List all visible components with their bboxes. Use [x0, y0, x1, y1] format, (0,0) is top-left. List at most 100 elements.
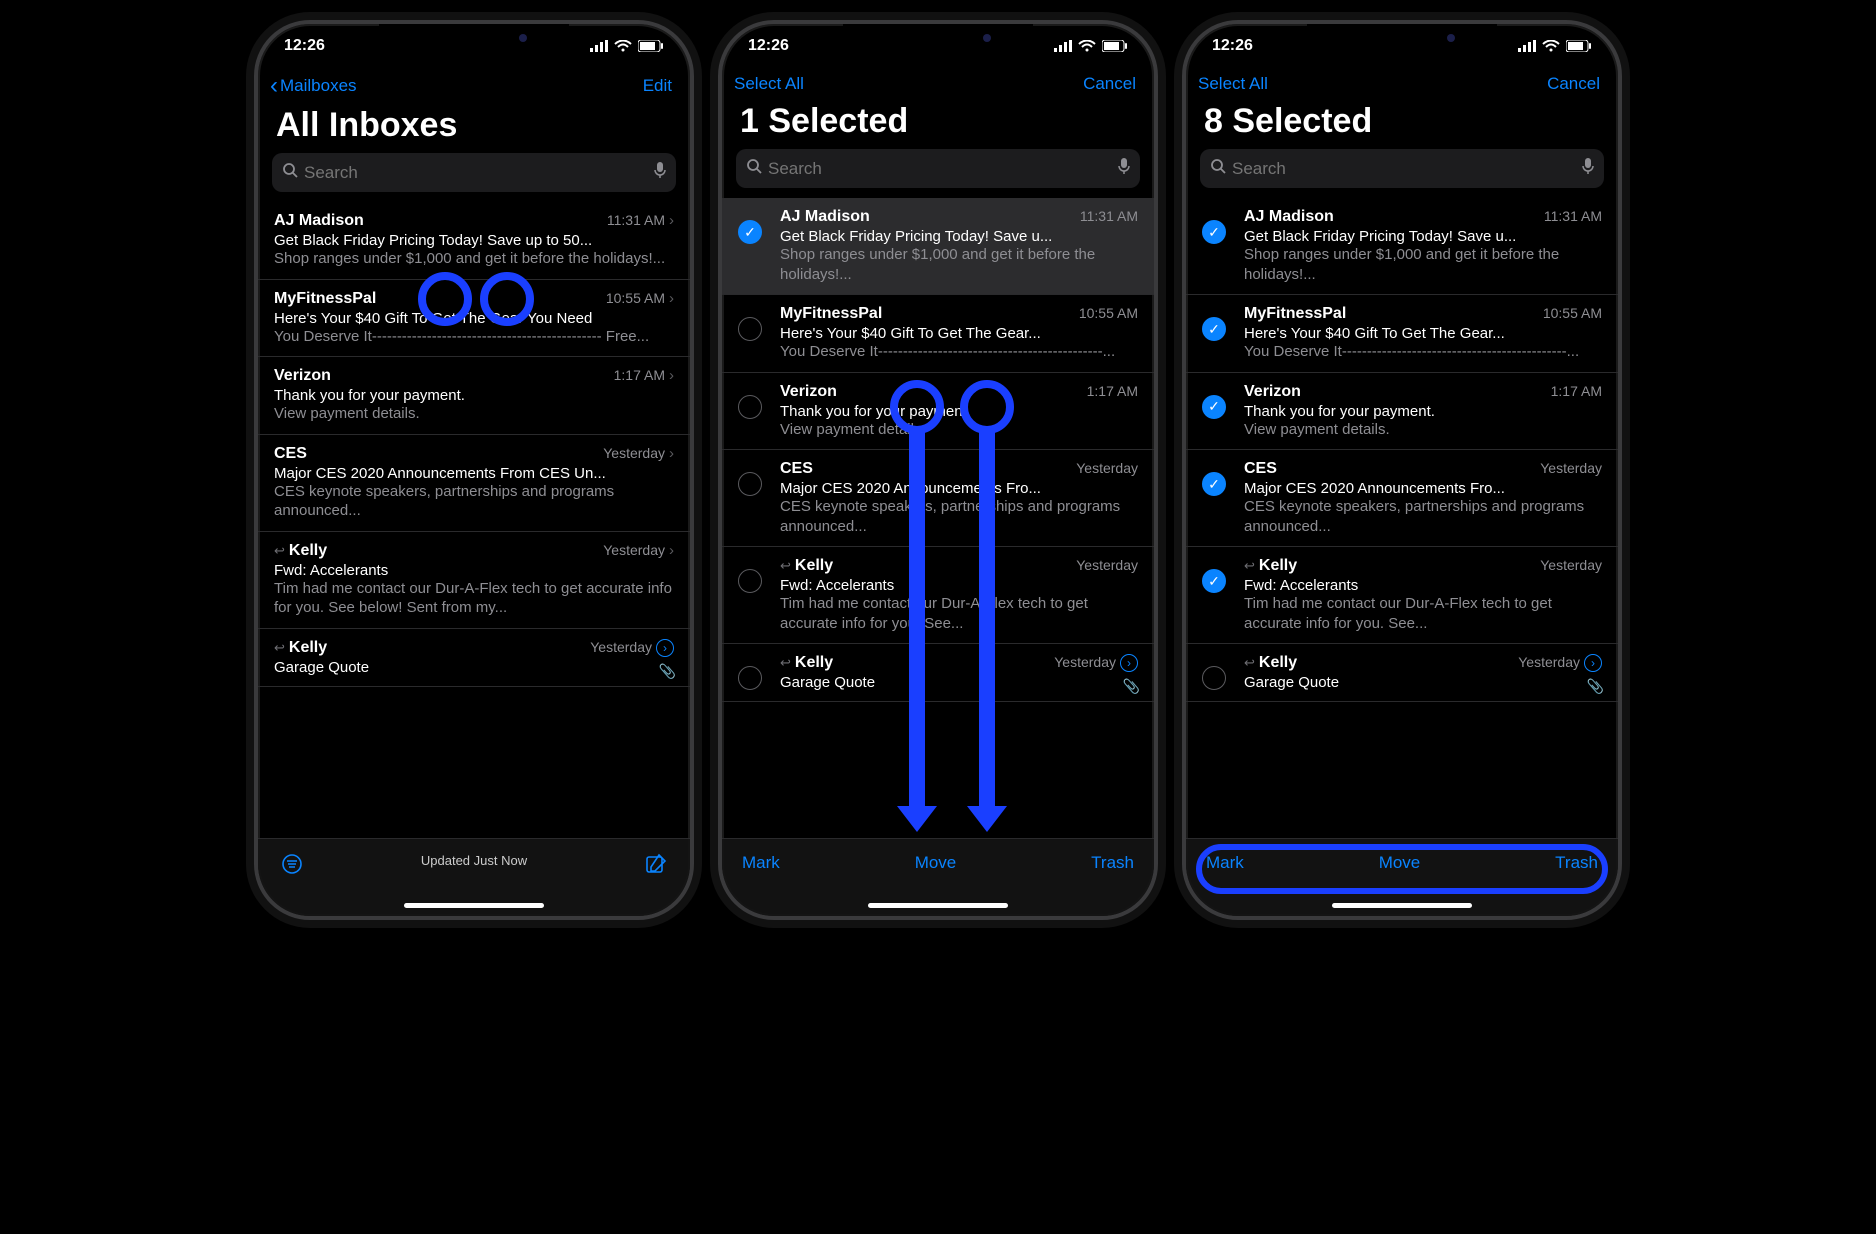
email-row[interactable]: ✓ Verizon 1:17 AM Thank you for your pay… [1186, 373, 1618, 451]
trash-button[interactable]: Trash [1555, 853, 1598, 873]
search-input[interactable] [1232, 159, 1582, 179]
trash-button[interactable]: Trash [1091, 853, 1134, 873]
nav-back-button[interactable]: Select All [734, 74, 804, 94]
email-row[interactable]: Verizon 1:17 AM Thank you for your payme… [722, 373, 1154, 451]
select-checkbox[interactable] [738, 395, 762, 419]
email-time: 1:17 AM [1087, 383, 1138, 399]
thread-indicator-icon: › [1584, 654, 1602, 672]
email-subject: Major CES 2020 Announcements From CES Un… [274, 465, 674, 482]
select-checkbox[interactable]: ✓ [1202, 472, 1226, 496]
home-indicator[interactable] [1332, 903, 1472, 908]
email-time: Yesterday [1540, 557, 1602, 573]
status-time: 12:26 [284, 37, 325, 55]
select-checkbox[interactable] [738, 569, 762, 593]
select-checkbox[interactable] [738, 317, 762, 341]
email-row[interactable]: MyFitnessPal 10:55 AM Here's Your $40 Gi… [722, 295, 1154, 373]
select-checkbox[interactable]: ✓ [1202, 569, 1226, 593]
email-subject: Thank you for your payment. [274, 387, 674, 404]
home-indicator[interactable] [404, 903, 544, 908]
email-preview: Shop ranges under $1,000 and get it befo… [274, 249, 674, 269]
email-time: Yesterday [1076, 460, 1138, 476]
search-icon [1210, 158, 1226, 179]
email-preview: CES keynote speakers, partnerships and p… [1244, 497, 1602, 536]
search-field[interactable] [1200, 149, 1604, 188]
email-sender: Kelly [795, 654, 1048, 672]
email-subject: Fwd: Accelerants [780, 577, 1138, 594]
email-time: 11:31 AM [1080, 208, 1138, 224]
notch [1307, 24, 1497, 52]
select-checkbox[interactable]: ✓ [1202, 317, 1226, 341]
mark-button[interactable]: Mark [1206, 853, 1244, 873]
select-checkbox[interactable] [738, 666, 762, 690]
select-checkbox[interactable] [738, 472, 762, 496]
email-subject: Get Black Friday Pricing Today! Save up … [274, 232, 674, 249]
nav-bar: Select All Cancel [722, 68, 1154, 98]
cellular-signal-icon [1518, 40, 1536, 52]
page-title: 1 Selected [722, 98, 1154, 149]
search-field[interactable] [272, 153, 676, 192]
email-row[interactable]: ↩︎Kelly Yesterday › Garage Quote 📎 [1186, 644, 1618, 702]
email-row[interactable]: ↩︎Kelly Yesterday › Fwd: Accelerants Tim… [258, 532, 690, 629]
microphone-icon[interactable] [1582, 157, 1594, 180]
email-row[interactable]: ↩︎Kelly Yesterday › Garage Quote 📎 [722, 644, 1154, 702]
email-row[interactable]: ✓ MyFitnessPal 10:55 AM Here's Your $40 … [1186, 295, 1618, 373]
email-row[interactable]: Verizon 1:17 AM › Thank you for your pay… [258, 357, 690, 435]
email-row[interactable]: ↩︎Kelly Yesterday › Garage Quote 📎 [258, 629, 690, 687]
email-preview: You Deserve It--------------------------… [780, 342, 1138, 362]
mark-button[interactable]: Mark [742, 853, 780, 873]
home-indicator[interactable] [868, 903, 1008, 908]
email-row[interactable]: MyFitnessPal 10:55 AM › Here's Your $40 … [258, 280, 690, 358]
nav-right-button[interactable]: Cancel [1083, 74, 1136, 94]
chevron-right-icon: › [669, 445, 674, 462]
nav-right-button[interactable]: Edit [643, 76, 672, 96]
email-preview: Tim had me contact our Dur-A-Flex tech t… [780, 594, 1138, 633]
wifi-icon [1542, 40, 1560, 52]
email-subject: Garage Quote [274, 659, 674, 676]
microphone-icon[interactable] [654, 161, 666, 184]
nav-back-button[interactable]: Select All [1198, 74, 1268, 94]
email-row[interactable]: ↩︎Kelly Yesterday Fwd: Accelerants Tim h… [722, 547, 1154, 644]
email-subject: Get Black Friday Pricing Today! Save u..… [1244, 228, 1602, 245]
email-preview: Shop ranges under $1,000 and get it befo… [780, 245, 1138, 284]
email-subject: Thank you for your payment. [1244, 403, 1602, 420]
email-preview: Tim had me contact our Dur-A-Flex tech t… [274, 579, 674, 618]
notch [379, 24, 569, 52]
microphone-icon[interactable] [1118, 157, 1130, 180]
email-time: 1:17 AM [614, 367, 665, 383]
select-checkbox[interactable]: ✓ [738, 220, 762, 244]
thread-indicator-icon: › [656, 639, 674, 657]
reply-icon: ↩︎ [1244, 655, 1255, 671]
email-row[interactable]: ✓ ↩︎Kelly Yesterday Fwd: Accelerants Tim… [1186, 547, 1618, 644]
email-list[interactable]: ✓ AJ Madison 11:31 AM Get Black Friday P… [1186, 198, 1618, 702]
search-input[interactable] [768, 159, 1118, 179]
email-sender: Verizon [1244, 383, 1545, 401]
email-row[interactable]: AJ Madison 11:31 AM › Get Black Friday P… [258, 202, 690, 280]
select-checkbox[interactable]: ✓ [1202, 220, 1226, 244]
chevron-right-icon: › [669, 367, 674, 384]
filter-icon[interactable] [278, 853, 306, 880]
chevron-back-icon[interactable]: ‹ [270, 74, 278, 98]
email-row[interactable]: ✓ AJ Madison 11:31 AM Get Black Friday P… [722, 198, 1154, 295]
phone-frame: 12:26 ‹Mailboxes Edit All Inboxes [254, 20, 694, 920]
email-row[interactable]: CES Yesterday Major CES 2020 Announcemen… [722, 450, 1154, 547]
email-row[interactable]: CES Yesterday › Major CES 2020 Announcem… [258, 435, 690, 532]
nav-back-button[interactable]: ‹Mailboxes [270, 74, 357, 98]
email-time: 11:31 AM [607, 212, 665, 228]
email-list[interactable]: ✓ AJ Madison 11:31 AM Get Black Friday P… [722, 198, 1154, 702]
search-field[interactable] [736, 149, 1140, 188]
compose-icon[interactable] [642, 853, 670, 880]
search-input[interactable] [304, 163, 654, 183]
email-preview: You Deserve It--------------------------… [1244, 342, 1602, 362]
select-checkbox[interactable] [1202, 666, 1226, 690]
email-time: 1:17 AM [1551, 383, 1602, 399]
email-subject: Get Black Friday Pricing Today! Save u..… [780, 228, 1138, 245]
email-subject: Major CES 2020 Announcements Fro... [1244, 480, 1602, 497]
email-row[interactable]: ✓ CES Yesterday Major CES 2020 Announcem… [1186, 450, 1618, 547]
email-row[interactable]: ✓ AJ Madison 11:31 AM Get Black Friday P… [1186, 198, 1618, 295]
reply-icon: ↩︎ [1244, 558, 1255, 574]
move-button[interactable]: Move [1379, 853, 1421, 873]
email-list[interactable]: AJ Madison 11:31 AM › Get Black Friday P… [258, 202, 690, 687]
select-checkbox[interactable]: ✓ [1202, 395, 1226, 419]
move-button[interactable]: Move [915, 853, 957, 873]
nav-right-button[interactable]: Cancel [1547, 74, 1600, 94]
